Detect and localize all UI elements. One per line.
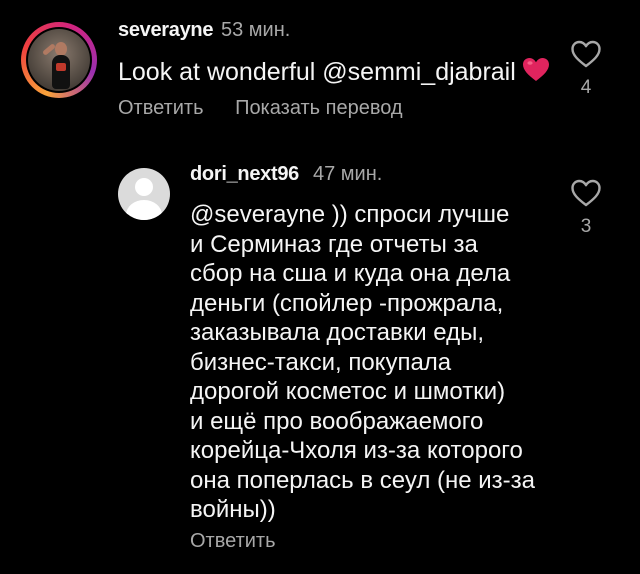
red-heart-icon — [522, 58, 549, 81]
avatar — [26, 27, 92, 93]
comment-text: Look at wonderful @semmi_djabrail — [118, 57, 550, 87]
avatar-figure-head — [55, 42, 67, 56]
story-ring-avatar[interactable] — [21, 22, 97, 98]
comment-text-line: и Серминаз где отчеты за — [190, 230, 478, 258]
comment-text-line: корейца-Чхоля из-за которого — [190, 437, 523, 464]
comment-text-content: Look at wonderful @semmi_djabrail — [118, 58, 516, 86]
user-photo-avatar — [28, 29, 90, 91]
comment-text-line: дорогой косметос и шмотки) — [190, 378, 506, 405]
comment-time: 47 мин. — [313, 163, 383, 185]
comment-text: @severayne )) спроси лучше и Серминаз гд… — [190, 200, 570, 525]
comment-text-line: @severayne )) спроси лучше — [190, 201, 510, 228]
reply-button[interactable]: Ответить — [190, 530, 276, 552]
heart-outline-icon[interactable] — [570, 39, 602, 69]
avatar-figure-accent — [56, 63, 66, 71]
comment-text-line: заказывала доставки еды, — [190, 319, 485, 346]
comment-text-line: бизнес-такси, покупала — [190, 348, 452, 376]
comment-username[interactable]: dori_next96 — [190, 163, 299, 186]
comment-time: 53 мин. — [221, 19, 291, 41]
comment-item: severayne 53 мин. Look at wonderful @sem… — [0, 0, 640, 140]
avatar-head-shape — [135, 178, 153, 196]
avatar-figure-arm — [42, 43, 56, 56]
comment-text-line: она поперлась в сеул (не из-за — [190, 466, 536, 494]
comment-actions: Ответить — [190, 530, 276, 553]
reply-button[interactable]: Ответить — [118, 97, 204, 119]
comment-text-line: и ещё про воображаемого — [190, 407, 484, 435]
heart-outline-icon[interactable] — [570, 178, 602, 208]
avatar-figure-body — [52, 55, 70, 89]
comment-actions: Ответить Показать перевод — [118, 97, 429, 120]
comment-text-line: войны)) — [190, 496, 276, 523]
comment-username[interactable]: severayne — [118, 19, 213, 42]
default-avatar-icon[interactable] — [118, 168, 170, 220]
reply-item: dori_next96 47 мин. @severayne )) спроси… — [0, 150, 640, 574]
show-translation-button[interactable]: Показать перевод — [235, 97, 403, 119]
avatar-body-shape — [126, 200, 162, 220]
like-count: 3 — [580, 216, 592, 237]
comment-text-line: сбор на сша и куда она дела — [190, 260, 511, 287]
comment-text-line: деньги (спойлер -прожрала, — [190, 289, 504, 317]
like-count: 4 — [580, 77, 592, 98]
